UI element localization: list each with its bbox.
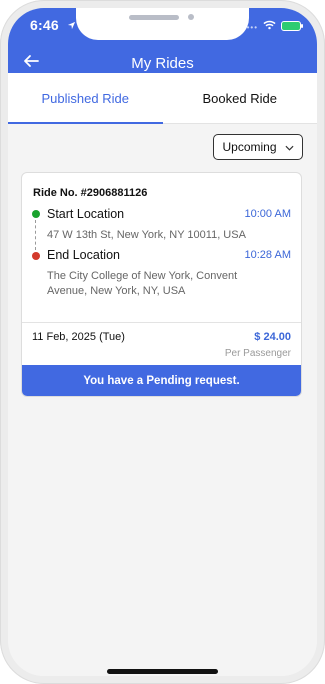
signal-dots-icon: ••••: [242, 22, 258, 32]
end-time: 10:28 AM: [244, 249, 291, 261]
end-address: The City College of New York, Convent Av…: [47, 270, 238, 297]
device-notch: [76, 8, 249, 40]
notch-speaker: [129, 15, 179, 20]
start-location-label: Start Location: [47, 207, 125, 221]
start-address: 47 W 13th St, New York, NY 10011, USA: [47, 229, 246, 241]
home-indicator: [107, 669, 218, 674]
location-arrow-icon: [67, 17, 76, 33]
status-time-text: 6:46: [30, 17, 59, 33]
price-unit: Per Passenger: [224, 348, 291, 359]
card-divider: [22, 322, 301, 323]
ride-date: 11 Feb, 2025 (Tue): [32, 331, 125, 343]
status-time: 6:46: [30, 17, 76, 33]
pending-request-banner[interactable]: You have a Pending request.: [22, 365, 301, 396]
ride-card[interactable]: Ride No. #2906881126 Start Location 10:0…: [21, 172, 302, 397]
battery-icon: [281, 21, 303, 31]
tab-booked-ride[interactable]: Booked Ride: [163, 73, 318, 123]
end-location-label: End Location: [47, 248, 120, 262]
status-icons: ••••: [242, 17, 303, 35]
start-time: 10:00 AM: [244, 208, 291, 220]
phone-frame: 6:46 •••• My Rides Published Ride Booked…: [0, 0, 325, 684]
app-header: 6:46 •••• My Rides: [8, 8, 317, 73]
route-connector: [35, 220, 36, 250]
ride-filter-value: Upcoming: [222, 140, 277, 154]
ride-tabs: Published Ride Booked Ride: [8, 73, 317, 124]
start-location-dot-icon: [32, 210, 40, 218]
ride-price: $ 24.00: [254, 331, 291, 343]
ride-number: Ride No. #2906881126: [33, 187, 148, 199]
rides-content: Upcoming Ride No. #2906881126 Start Loca…: [8, 124, 317, 676]
page-title: My Rides: [131, 55, 194, 72]
notch-camera: [188, 14, 194, 20]
tab-published-ride[interactable]: Published Ride: [8, 73, 163, 124]
chevron-down-icon: [285, 140, 294, 154]
end-location-dot-icon: [32, 252, 40, 260]
wifi-icon: [263, 17, 276, 35]
ride-filter-dropdown[interactable]: Upcoming: [213, 134, 303, 160]
